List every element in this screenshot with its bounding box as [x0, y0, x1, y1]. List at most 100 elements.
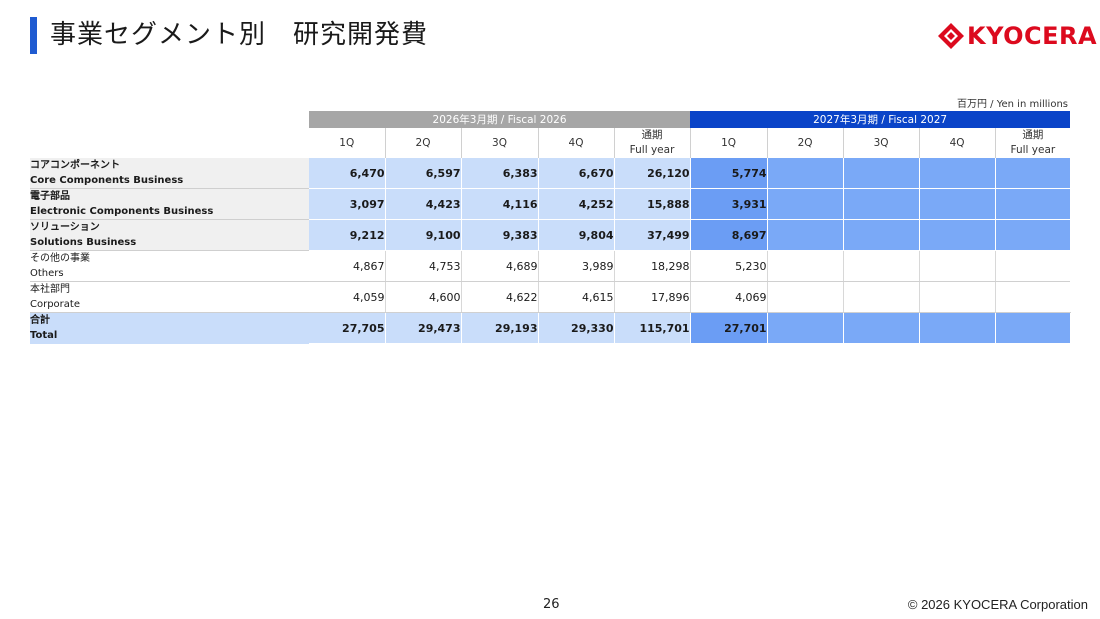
cell-value: 6,670 [538, 158, 615, 189]
col-header-full-year: 通期 Full year [614, 128, 691, 158]
segment-name-en: Core Components Business [30, 175, 184, 186]
cell-value: 29,473 [385, 312, 462, 344]
cell-value: 4,423 [385, 188, 462, 220]
cell-value [843, 219, 920, 251]
cell-value [843, 250, 920, 282]
col-header-1q: 1Q [309, 128, 386, 158]
segment-name-en: Electronic Components Business [30, 206, 214, 217]
segment-name-en: Solutions Business [30, 237, 137, 248]
header-spacer [30, 111, 309, 128]
cell-value: 26,120 [614, 158, 691, 189]
col-header-3q: 3Q [843, 128, 920, 158]
table-row-total: 合計 Total 27,705 29,473 29,193 29,330 115,… [30, 312, 1071, 344]
cell-value [995, 281, 1071, 313]
table-row: 本社部門 Corporate 4,059 4,600 4,622 4,615 17… [30, 281, 1071, 313]
cell-value [919, 250, 996, 282]
cell-value: 29,330 [538, 312, 615, 344]
kyocera-logo-text: KYOCERA [967, 22, 1098, 50]
cell-value [995, 219, 1071, 251]
fiscal-2026-header: 2026年3月期 / Fiscal 2026 [309, 111, 691, 128]
cell-value [767, 312, 844, 344]
segment-name-en: Total [30, 330, 58, 341]
cell-value [767, 250, 844, 282]
col-header-1q: 1Q [690, 128, 768, 158]
segment-label: 電子部品 Electronic Components Business [30, 188, 309, 220]
cell-value: 5,774 [690, 158, 768, 189]
cell-value: 4,689 [461, 250, 539, 282]
fiscal-2027-header: 2027年3月期 / Fiscal 2027 [690, 111, 1071, 128]
cell-value [919, 188, 996, 220]
cell-value [995, 312, 1071, 344]
cell-value [843, 188, 920, 220]
cell-value: 4,867 [309, 250, 386, 282]
cell-value: 4,069 [690, 281, 768, 313]
cell-value: 27,701 [690, 312, 768, 344]
cell-value: 17,896 [614, 281, 691, 313]
cell-value [767, 281, 844, 313]
copyright-notice: © 2026 KYOCERA Corporation [907, 597, 1088, 612]
cell-value: 29,193 [461, 312, 539, 344]
cell-value [843, 281, 920, 313]
col-header-2q: 2Q [385, 128, 462, 158]
segment-name-ja: 合計 [30, 315, 50, 326]
cell-value [767, 219, 844, 251]
page-number: 26 [543, 597, 560, 612]
table-body: コアコンポーネント Core Components Business 6,470 … [30, 158, 1071, 344]
cell-value [995, 158, 1071, 189]
segment-label: コアコンポーネント Core Components Business [30, 158, 309, 189]
header-spacer [30, 128, 309, 158]
cell-value: 9,212 [309, 219, 386, 251]
cell-value: 18,298 [614, 250, 691, 282]
segment-name-en: Corporate [30, 299, 80, 310]
col-header-full-year: 通期 Full year [995, 128, 1071, 158]
cell-value: 6,383 [461, 158, 539, 189]
segment-name-ja: その他の事業 [30, 253, 90, 264]
segment-name-ja: 本社部門 [30, 284, 70, 295]
cell-value: 6,597 [385, 158, 462, 189]
segment-label: 合計 Total [30, 312, 309, 344]
col-header-full-year-ja: 通期 [1022, 129, 1044, 141]
cell-value: 4,059 [309, 281, 386, 313]
page-title: 事業セグメント別 研究開発費 [50, 20, 429, 50]
cell-value [767, 158, 844, 189]
kyocera-logo-mark-icon [938, 23, 964, 49]
col-header-3q: 3Q [461, 128, 539, 158]
cell-value: 27,705 [309, 312, 386, 344]
cell-value: 15,888 [614, 188, 691, 220]
table-row: ソリューション Solutions Business 9,212 9,100 9,… [30, 219, 1071, 251]
cell-value [919, 158, 996, 189]
unit-note: 百万円 / Yen in millions [957, 99, 1068, 110]
col-header-full-year-ja: 通期 [641, 129, 663, 141]
segment-name-ja: 電子部品 [30, 191, 70, 202]
cell-value: 6,470 [309, 158, 386, 189]
cell-value: 9,383 [461, 219, 539, 251]
cell-value: 37,499 [614, 219, 691, 251]
segment-name-ja: コアコンポーネント [30, 160, 120, 171]
cell-value: 5,230 [690, 250, 768, 282]
col-header-2q: 2Q [767, 128, 844, 158]
kyocera-logo: KYOCERA [938, 21, 1097, 51]
cell-value: 4,615 [538, 281, 615, 313]
cell-value [919, 312, 996, 344]
table-row: その他の事業 Others 4,867 4,753 4,689 3,989 18,… [30, 250, 1071, 282]
table-row: コアコンポーネント Core Components Business 6,470 … [30, 158, 1071, 189]
cell-value: 4,600 [385, 281, 462, 313]
cell-value: 3,097 [309, 188, 386, 220]
cell-value: 4,252 [538, 188, 615, 220]
rd-expense-table: 2026年3月期 / Fiscal 2026 2027年3月期 / Fiscal… [30, 111, 1071, 344]
title-accent-bar [30, 17, 37, 54]
table-row: 電子部品 Electronic Components Business 3,097… [30, 188, 1071, 220]
cell-value: 4,116 [461, 188, 539, 220]
col-header-4q: 4Q [919, 128, 996, 158]
segment-label: ソリューション Solutions Business [30, 219, 309, 251]
cell-value: 4,622 [461, 281, 539, 313]
cell-value: 3,931 [690, 188, 768, 220]
cell-value [767, 188, 844, 220]
cell-value: 115,701 [614, 312, 691, 344]
cell-value [843, 312, 920, 344]
col-header-full-year-en: Full year [1010, 144, 1056, 156]
cell-value [995, 188, 1071, 220]
cell-value [919, 281, 996, 313]
cell-value [843, 158, 920, 189]
cell-value [995, 250, 1071, 282]
